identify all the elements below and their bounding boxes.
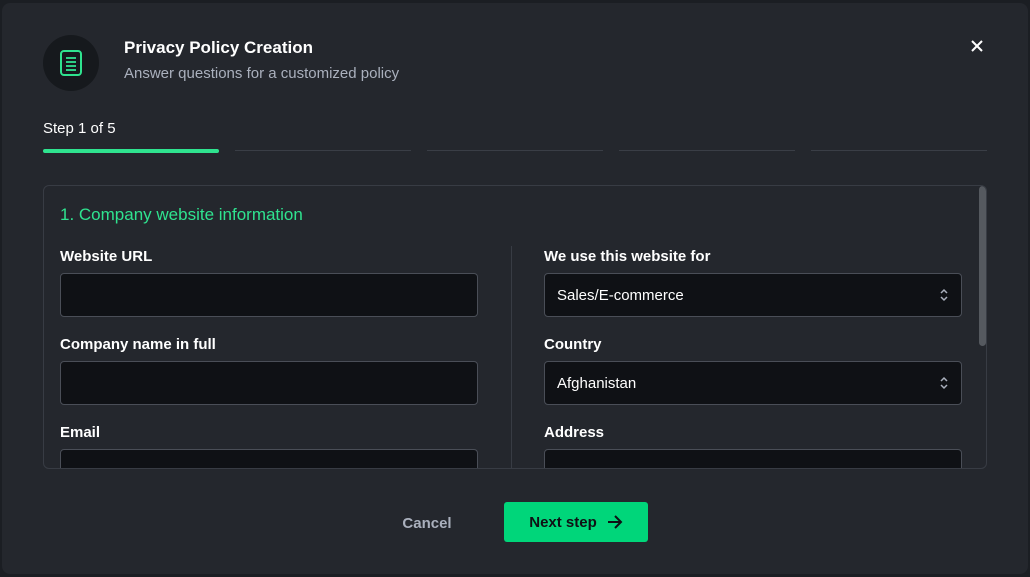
next-step-label: Next step (529, 513, 597, 531)
panel-scrollbar[interactable] (979, 186, 986, 346)
website-use-label: We use this website for (544, 248, 711, 265)
country-select[interactable]: Afghanistan (544, 361, 962, 405)
modal-subtitle: Answer questions for a customized policy (124, 65, 400, 82)
column-divider (511, 246, 512, 468)
email-input[interactable] (60, 449, 478, 468)
address-label: Address (544, 424, 605, 441)
step-progress-bar (43, 148, 987, 154)
select-arrows-icon (940, 288, 948, 302)
progress-segment-2 (235, 150, 411, 151)
close-button[interactable] (964, 33, 990, 59)
company-name-input[interactable] (60, 361, 478, 405)
step-indicator: Step 1 of 5 (43, 120, 116, 137)
privacy-policy-modal: Privacy Policy Creation Answer questions… (2, 3, 1028, 574)
arrow-right-icon (607, 515, 623, 529)
website-url-input[interactable] (60, 273, 478, 317)
company-name-label: Company name in full (60, 336, 216, 353)
select-arrows-icon (940, 376, 948, 390)
form-panel: 1. Company website information Website U… (43, 185, 987, 469)
progress-segment-5 (811, 150, 987, 151)
cancel-button[interactable]: Cancel (382, 503, 472, 543)
section-title: 1. Company website information (60, 205, 303, 224)
website-use-value: Sales/E-commerce (557, 286, 684, 304)
document-icon (43, 35, 99, 91)
close-icon (971, 40, 983, 52)
progress-segment-4 (619, 150, 795, 151)
country-label: Country (544, 336, 602, 353)
progress-segment-1 (43, 149, 219, 153)
website-url-label: Website URL (60, 248, 153, 265)
modal-title: Privacy Policy Creation (124, 38, 313, 57)
country-value: Afghanistan (557, 374, 637, 392)
website-use-select[interactable]: Sales/E-commerce (544, 273, 962, 317)
next-step-button[interactable]: Next step (504, 502, 648, 542)
progress-segment-3 (427, 150, 603, 151)
email-label: Email (60, 424, 101, 441)
address-input[interactable] (544, 449, 962, 468)
